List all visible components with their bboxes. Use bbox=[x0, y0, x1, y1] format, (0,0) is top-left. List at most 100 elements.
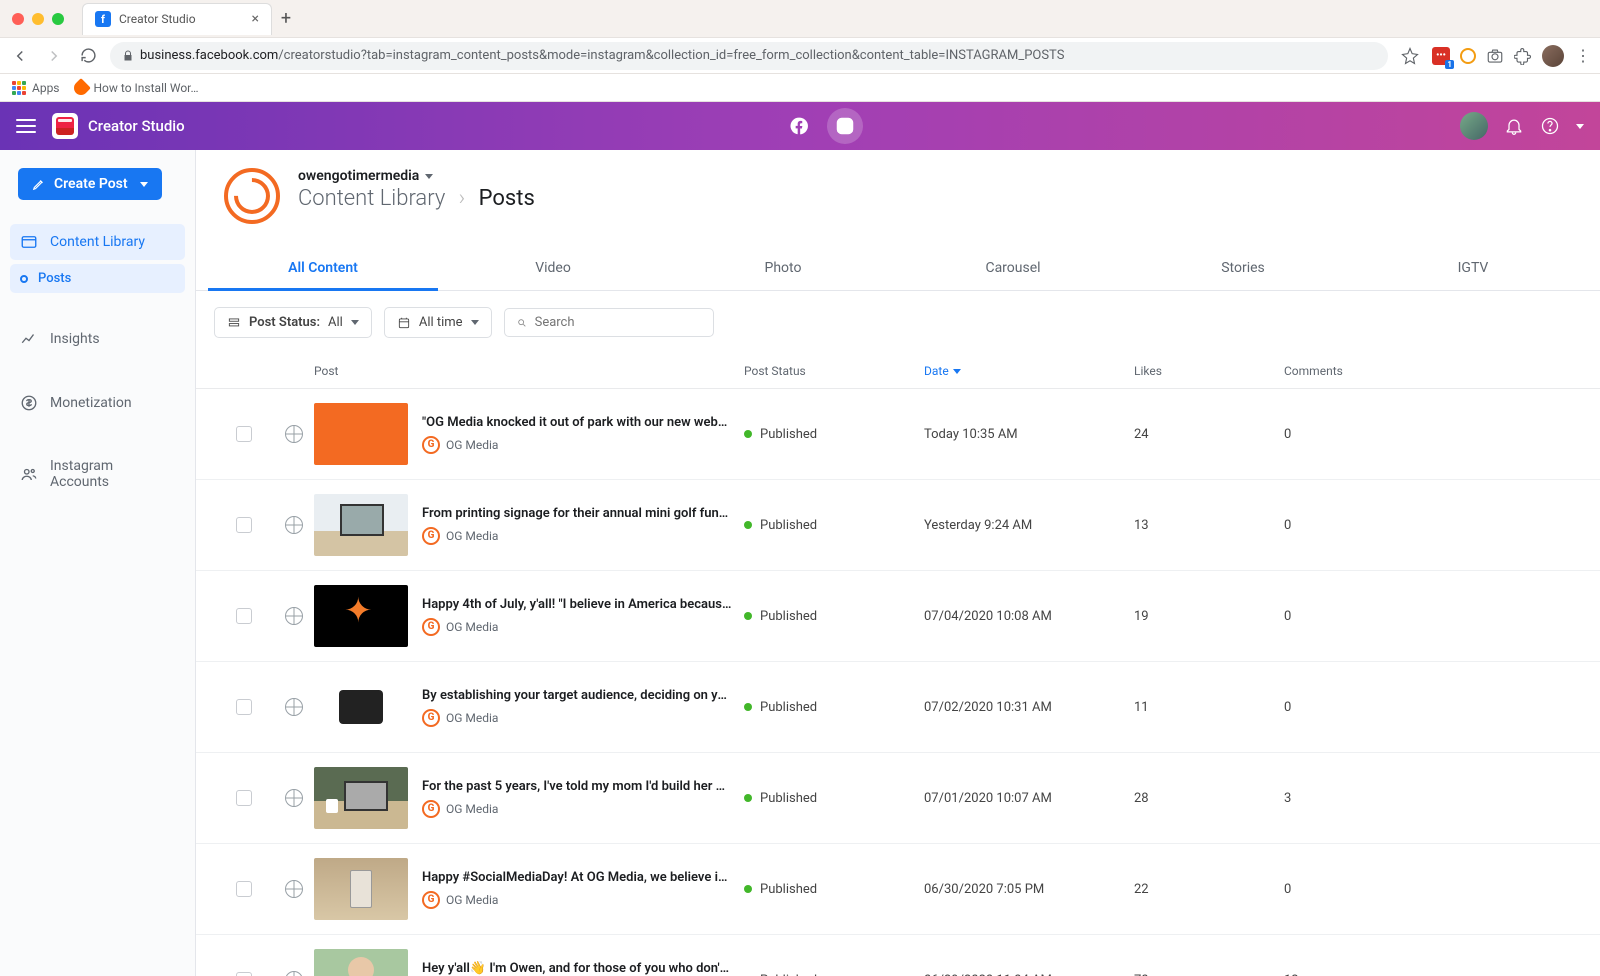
post-thumbnail[interactable] bbox=[314, 403, 408, 465]
profile-avatar-icon[interactable] bbox=[1542, 45, 1564, 67]
user-avatar-icon[interactable] bbox=[1460, 112, 1488, 140]
col-post[interactable]: Post bbox=[314, 364, 744, 378]
search-field[interactable] bbox=[535, 315, 701, 330]
apps-bookmark[interactable]: Apps bbox=[12, 81, 60, 95]
sidebar-item-content-library[interactable]: Content Library bbox=[10, 224, 185, 260]
status-dot-icon bbox=[744, 521, 752, 529]
sidebar-item-instagram-accounts[interactable]: Instagram Accounts bbox=[10, 449, 185, 499]
page-header: owengotimermedia Content Library › Posts bbox=[196, 168, 1600, 224]
close-window-icon[interactable] bbox=[12, 13, 24, 25]
facebook-network-icon[interactable] bbox=[781, 108, 817, 144]
row-checkbox[interactable] bbox=[236, 517, 252, 533]
new-tab-button[interactable]: + bbox=[272, 5, 300, 33]
row-checkbox[interactable] bbox=[236, 972, 252, 976]
browser-menu-icon[interactable]: ⋮ bbox=[1574, 47, 1592, 65]
table-row[interactable]: For the past 5 years, I've told my mom I… bbox=[196, 753, 1600, 844]
row-checkbox[interactable] bbox=[236, 881, 252, 897]
fullscreen-window-icon[interactable] bbox=[52, 13, 64, 25]
source-badge-icon: G bbox=[422, 527, 440, 545]
sidebar-item-monetization[interactable]: Monetization bbox=[10, 385, 185, 421]
post-status-filter[interactable]: Post Status: All bbox=[214, 307, 372, 338]
chevron-right-icon: › bbox=[459, 186, 466, 211]
status-dot-icon bbox=[744, 703, 752, 711]
content-tabs: All Content Video Photo Carousel Stories… bbox=[196, 246, 1600, 291]
help-icon[interactable] bbox=[1540, 116, 1560, 136]
table-row[interactable]: By establishing your target audience, de… bbox=[196, 662, 1600, 753]
bell-icon[interactable] bbox=[1504, 116, 1524, 136]
table-row[interactable]: "OG Media knocked it out of park with ou… bbox=[196, 389, 1600, 480]
instagram-network-icon[interactable] bbox=[827, 108, 863, 144]
globe-icon bbox=[285, 607, 303, 625]
source-badge-icon: G bbox=[422, 891, 440, 909]
post-source: GOG Media bbox=[422, 709, 732, 727]
extension-puzzle-icon[interactable] bbox=[1514, 47, 1532, 65]
tab-carousel[interactable]: Carousel bbox=[898, 246, 1128, 290]
tab-all-content[interactable]: All Content bbox=[208, 246, 438, 290]
post-source: GOG Media bbox=[422, 891, 732, 909]
howto-bookmark[interactable]: How to Install Wor… bbox=[74, 81, 199, 95]
row-checkbox[interactable] bbox=[236, 699, 252, 715]
url-bar[interactable]: business.facebook.com/creatorstudio?tab=… bbox=[110, 42, 1388, 70]
tab-photo[interactable]: Photo bbox=[668, 246, 898, 290]
account-avatar-icon[interactable] bbox=[224, 168, 280, 224]
tab-stories[interactable]: Stories bbox=[1128, 246, 1358, 290]
row-checkbox[interactable] bbox=[236, 426, 252, 442]
breadcrumb-root[interactable]: Content Library bbox=[298, 186, 445, 211]
header-menu-caret-icon[interactable] bbox=[1576, 124, 1584, 129]
extension-icons: •••1 ⋮ bbox=[1432, 45, 1592, 67]
table-row[interactable]: From printing signage for their annual m… bbox=[196, 480, 1600, 571]
post-thumbnail[interactable] bbox=[314, 494, 408, 556]
close-tab-icon[interactable]: × bbox=[252, 11, 259, 27]
window-controls[interactable] bbox=[12, 13, 64, 25]
date-cell: 07/04/2020 10:08 AM bbox=[924, 609, 1134, 624]
extension-circle-icon[interactable] bbox=[1460, 48, 1476, 64]
extension-camera-icon[interactable] bbox=[1486, 47, 1504, 65]
search-input[interactable] bbox=[504, 308, 714, 337]
post-thumbnail[interactable] bbox=[314, 767, 408, 829]
col-comments[interactable]: Comments bbox=[1284, 364, 1414, 378]
reload-button[interactable] bbox=[76, 44, 100, 68]
sidebar-item-insights[interactable]: Insights bbox=[10, 321, 185, 357]
post-thumbnail[interactable] bbox=[314, 585, 408, 647]
table-row[interactable]: Hey y'all👋 I'm Owen, and for those of yo… bbox=[196, 935, 1600, 976]
sidebar-subitem-posts[interactable]: Posts bbox=[10, 264, 185, 293]
hamburger-menu-icon[interactable] bbox=[16, 119, 36, 133]
row-checkbox[interactable] bbox=[236, 608, 252, 624]
back-button[interactable] bbox=[8, 44, 32, 68]
globe-icon bbox=[285, 425, 303, 443]
breadcrumb: Content Library › Posts bbox=[298, 186, 535, 211]
row-checkbox[interactable] bbox=[236, 790, 252, 806]
create-post-button[interactable]: Create Post bbox=[18, 168, 162, 200]
comments-cell: 0 bbox=[1284, 700, 1414, 715]
col-date[interactable]: Date bbox=[924, 364, 1134, 378]
tab-igtv[interactable]: IGTV bbox=[1358, 246, 1588, 290]
apps-grid-icon bbox=[12, 81, 26, 95]
insights-icon bbox=[20, 330, 38, 348]
minimize-window-icon[interactable] bbox=[32, 13, 44, 25]
post-thumbnail[interactable] bbox=[314, 858, 408, 920]
star-bookmark-icon[interactable] bbox=[1398, 44, 1422, 68]
table-row[interactable]: Happy #SocialMediaDay! At OG Media, we b… bbox=[196, 844, 1600, 935]
extension-lastpass-icon[interactable]: •••1 bbox=[1432, 47, 1450, 65]
header-right bbox=[1460, 112, 1584, 140]
status-cell: Published bbox=[744, 973, 924, 976]
post-thumbnail[interactable] bbox=[314, 676, 408, 738]
post-thumbnail[interactable] bbox=[314, 949, 408, 976]
table-row[interactable]: Happy 4th of July, y'all! "I believe in … bbox=[196, 571, 1600, 662]
comments-cell: 0 bbox=[1284, 427, 1414, 442]
date-cell: 07/02/2020 10:31 AM bbox=[924, 700, 1134, 715]
browser-tab[interactable]: f Creator Studio × bbox=[82, 3, 272, 35]
forward-button[interactable] bbox=[42, 44, 66, 68]
post-cell: Happy #SocialMediaDay! At OG Media, we b… bbox=[314, 858, 744, 920]
facebook-favicon-icon: f bbox=[95, 11, 111, 27]
chevron-down-icon bbox=[140, 182, 148, 187]
tab-video[interactable]: Video bbox=[438, 246, 668, 290]
bullet-icon bbox=[20, 275, 28, 283]
time-range-filter[interactable]: All time bbox=[384, 307, 492, 338]
browser-toolbar: business.facebook.com/creatorstudio?tab=… bbox=[0, 38, 1600, 74]
col-status[interactable]: Post Status bbox=[744, 364, 924, 378]
col-likes[interactable]: Likes bbox=[1134, 364, 1284, 378]
account-selector[interactable]: owengotimermedia bbox=[298, 168, 535, 184]
source-badge-icon: G bbox=[422, 436, 440, 454]
post-title: For the past 5 years, I've told my mom I… bbox=[422, 779, 732, 794]
